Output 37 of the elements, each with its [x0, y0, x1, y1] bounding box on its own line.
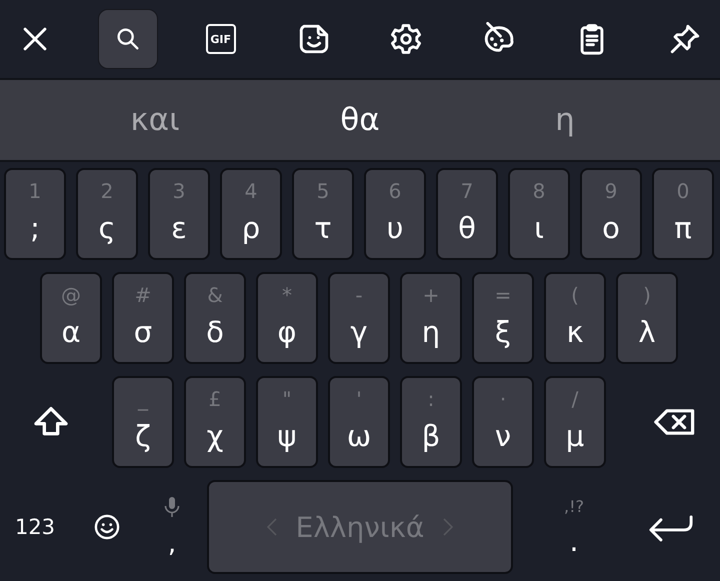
key[interactable]: 2 ς	[76, 168, 138, 260]
suggestion[interactable]: θα	[258, 80, 462, 160]
key[interactable]: ' ω	[328, 376, 390, 468]
key[interactable]: 1 ;	[4, 168, 66, 260]
gif-button[interactable]: GIF	[190, 9, 251, 69]
key[interactable]: + η	[400, 272, 462, 364]
search-button[interactable]	[98, 9, 158, 69]
key[interactable]: / μ	[544, 376, 606, 468]
key[interactable]: 8 ι	[508, 168, 570, 260]
key[interactable]: : β	[400, 376, 462, 468]
comma-key[interactable]: ,	[144, 480, 200, 574]
symbols-key[interactable]: 123	[0, 480, 70, 574]
key[interactable]: - γ	[328, 272, 390, 364]
key[interactable]: @ α	[40, 272, 102, 364]
key[interactable]: £ χ	[184, 376, 246, 468]
key[interactable]: 6 υ	[364, 168, 426, 260]
key[interactable]: & δ	[184, 272, 246, 364]
key[interactable]: ) λ	[616, 272, 678, 364]
key[interactable]: = ξ	[472, 272, 534, 364]
pin-icon	[668, 22, 702, 56]
key[interactable]: " ψ	[256, 376, 318, 468]
gear-icon	[389, 22, 424, 56]
smiley-icon	[93, 513, 121, 541]
key[interactable]: 0 π	[652, 168, 714, 260]
suggestion[interactable]: και	[52, 80, 258, 160]
key[interactable]: 7 θ	[436, 168, 498, 260]
period-key[interactable]: ,!? .	[526, 480, 622, 574]
key[interactable]: · ν	[472, 376, 534, 468]
key[interactable]: ( κ	[544, 272, 606, 364]
key[interactable]: 9 ο	[580, 168, 642, 260]
key[interactable]: _ ζ	[112, 376, 174, 468]
key[interactable]: 5 τ	[292, 168, 354, 260]
suggestion[interactable]: η	[462, 80, 668, 160]
key[interactable]: # σ	[112, 272, 174, 364]
key[interactable]: 4 ρ	[220, 168, 282, 260]
key[interactable]: 3 ε	[148, 168, 210, 260]
key[interactable]: * φ	[256, 272, 318, 364]
